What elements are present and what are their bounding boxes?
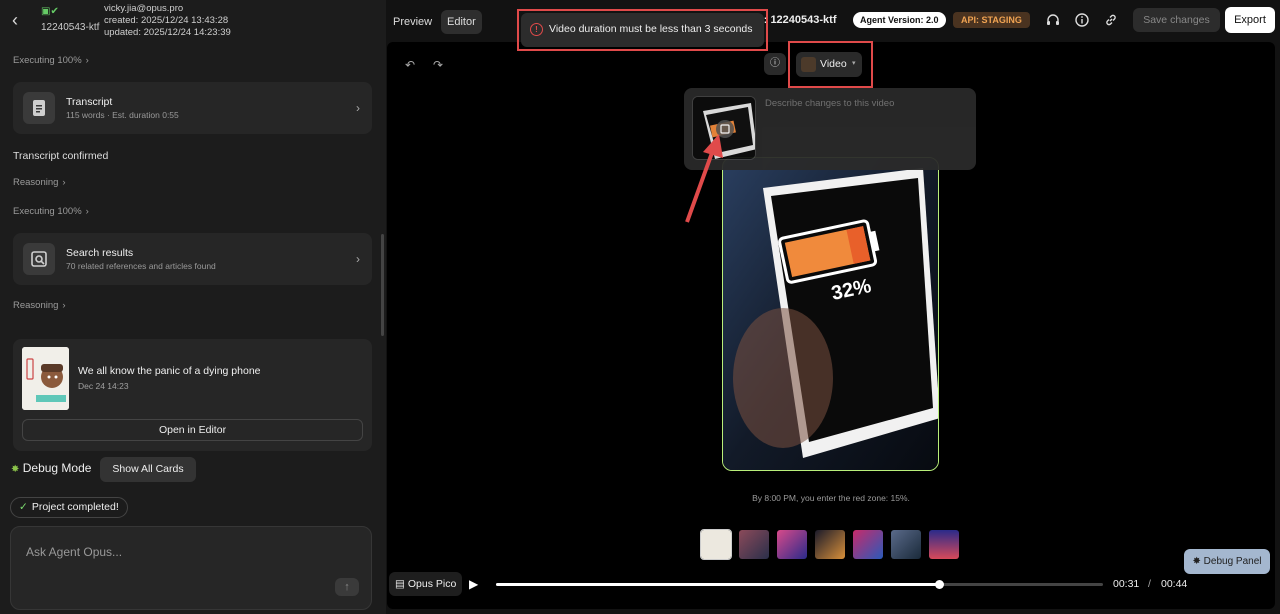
error-toast-message: Video duration must be less than 3 secon…	[549, 23, 753, 35]
chevron-right-icon: ›	[62, 300, 66, 311]
alert-icon: !	[530, 23, 543, 36]
annotation-highlight-box	[788, 41, 873, 88]
updated-time: updated: 2025/12/24 14:23:39	[104, 27, 231, 38]
timeline-scrubber[interactable]	[496, 580, 1103, 589]
search-results-card[interactable]: Search results 70 related references and…	[13, 233, 372, 285]
agent-version-badge: Agent Version: 2.0	[853, 12, 946, 28]
chevron-right-icon: ›	[85, 206, 89, 217]
open-in-editor-button[interactable]: Open in Editor	[22, 419, 363, 441]
executing-status-1[interactable]: Executing 100% ›	[13, 55, 89, 66]
time-current: 00:31	[1113, 578, 1140, 590]
debug-panel-button[interactable]: ✸ Debug Panel	[1184, 549, 1270, 574]
redo-icon[interactable]: ↷	[433, 58, 443, 72]
transcript-confirmed-text: Transcript confirmed	[13, 150, 109, 162]
scene-thumb-7[interactable]	[929, 530, 959, 559]
debug-mode-text: Debug Mode	[22, 461, 92, 475]
reasoning-label: Reasoning	[13, 177, 59, 188]
video-info-icon[interactable]: ⓘ	[764, 53, 786, 75]
reasoning-toggle-2[interactable]: Reasoning ›	[13, 300, 66, 311]
transcript-title: Transcript	[66, 96, 113, 108]
search-results-subtitle: 70 related references and articles found	[66, 261, 216, 271]
bug-icon: ✸	[11, 464, 20, 475]
chevron-right-icon: ›	[62, 177, 66, 188]
executing-status-2[interactable]: Executing 100% ›	[13, 206, 89, 217]
chat-scrollbar[interactable]	[381, 234, 384, 336]
export-button[interactable]: Export	[1225, 7, 1275, 33]
chat-panel: ‹ ▣✔ 12240543-ktf vicky.jia@opus.pro cre…	[0, 0, 386, 614]
transcript-card[interactable]: Transcript 115 words · Est. duration 0:5…	[13, 82, 372, 134]
chevron-right-icon: ›	[356, 252, 360, 266]
video-result-card: We all know the panic of a dying phone D…	[13, 339, 372, 451]
check-icon: ✓	[19, 501, 28, 513]
scene-thumb-3[interactable]	[777, 530, 807, 559]
project-completed-badge: ✓ Project completed!	[10, 497, 128, 518]
search-results-title: Search results	[66, 247, 134, 259]
app-root: ‹ ▣✔ 12240543-ktf vicky.jia@opus.pro cre…	[0, 0, 1280, 614]
video-title: We all know the panic of a dying phone	[78, 365, 261, 377]
timeline-knob[interactable]	[935, 580, 945, 589]
opus-pico-button[interactable]: ▤ Opus Pico	[389, 572, 463, 596]
transcript-subtitle: 115 words · Est. duration 0:55	[66, 110, 179, 120]
timeline-progress	[496, 583, 940, 586]
reasoning-toggle-1[interactable]: Reasoning ›	[13, 177, 66, 188]
link-icon[interactable]	[1103, 12, 1119, 28]
chevron-right-icon: ›	[356, 101, 360, 115]
document-icon	[23, 92, 55, 124]
project-header: ‹ ▣✔ 12240543-ktf vicky.jia@opus.pro cre…	[0, 0, 386, 42]
executing-label: Executing 100%	[13, 206, 82, 217]
debug-panel-label: Debug Panel	[1203, 556, 1262, 567]
scene-thumb-4[interactable]	[815, 530, 845, 559]
pico-label: Opus Pico	[407, 578, 457, 590]
video-date: Dec 24 14:23	[78, 381, 129, 391]
time-total: 00:44	[1161, 578, 1188, 590]
project-id: 12240543-ktf	[41, 22, 100, 33]
project-meta: vicky.jia@opus.pro created: 2025/12/24 1…	[104, 3, 231, 39]
executing-label: Executing 100%	[13, 55, 82, 66]
back-arrow-icon[interactable]: ‹	[12, 10, 32, 30]
tab-editor[interactable]: Editor	[441, 10, 482, 34]
bug-icon: ✸	[1192, 556, 1201, 567]
debug-mode-label: ✸ Debug Mode	[11, 461, 91, 475]
annotation-arrow	[685, 134, 723, 223]
reasoning-label: Reasoning	[13, 300, 59, 311]
scene-thumb-5[interactable]	[853, 530, 883, 559]
created-time: created: 2025/12/24 13:43:28	[104, 15, 229, 26]
project-status-icon: ▣✔	[41, 6, 59, 17]
api-env-badge: API: STAGING	[953, 12, 1030, 28]
user-email: vicky.jia@opus.pro	[104, 3, 184, 14]
ask-agent-placeholder: Ask Agent Opus...	[26, 545, 123, 559]
project-completed-text: Project completed!	[31, 501, 119, 513]
video-preview-canvas[interactable]: 32%	[722, 157, 939, 471]
project-label: g: 12240543-ktf	[757, 14, 837, 26]
scene-thumb-6[interactable]	[891, 530, 921, 559]
undo-icon[interactable]: ↶	[405, 58, 415, 72]
play-icon[interactable]: ▶	[469, 577, 478, 591]
time-separator: /	[1148, 578, 1151, 590]
search-document-icon	[23, 243, 55, 275]
info-icon[interactable]	[1074, 12, 1090, 28]
error-toast: ! Video duration must be less than 3 sec…	[521, 13, 764, 47]
save-changes-button[interactable]: Save changes	[1133, 8, 1220, 32]
describe-changes-input[interactable]: Describe changes to this video	[765, 98, 894, 109]
ask-agent-input[interactable]: Ask Agent Opus... ↑	[10, 526, 372, 610]
video-thumbnail[interactable]	[22, 347, 69, 410]
scene-thumb-1[interactable]	[700, 529, 732, 560]
editor-stage: ↶ ↷ ⓘ Video ▾ 32% Describe changes to th…	[387, 41, 1275, 609]
headset-icon[interactable]	[1045, 12, 1061, 28]
scene-thumb-2[interactable]	[739, 530, 769, 559]
subtitle-caption: By 8:00 PM, you enter the red zone: 15%.	[752, 493, 910, 503]
pico-note-icon: ▤	[395, 578, 405, 590]
tab-preview[interactable]: Preview	[387, 10, 438, 34]
show-all-cards-button[interactable]: Show All Cards	[100, 457, 196, 482]
send-arrow-icon[interactable]: ↑	[335, 578, 359, 596]
chevron-right-icon: ›	[85, 55, 89, 66]
